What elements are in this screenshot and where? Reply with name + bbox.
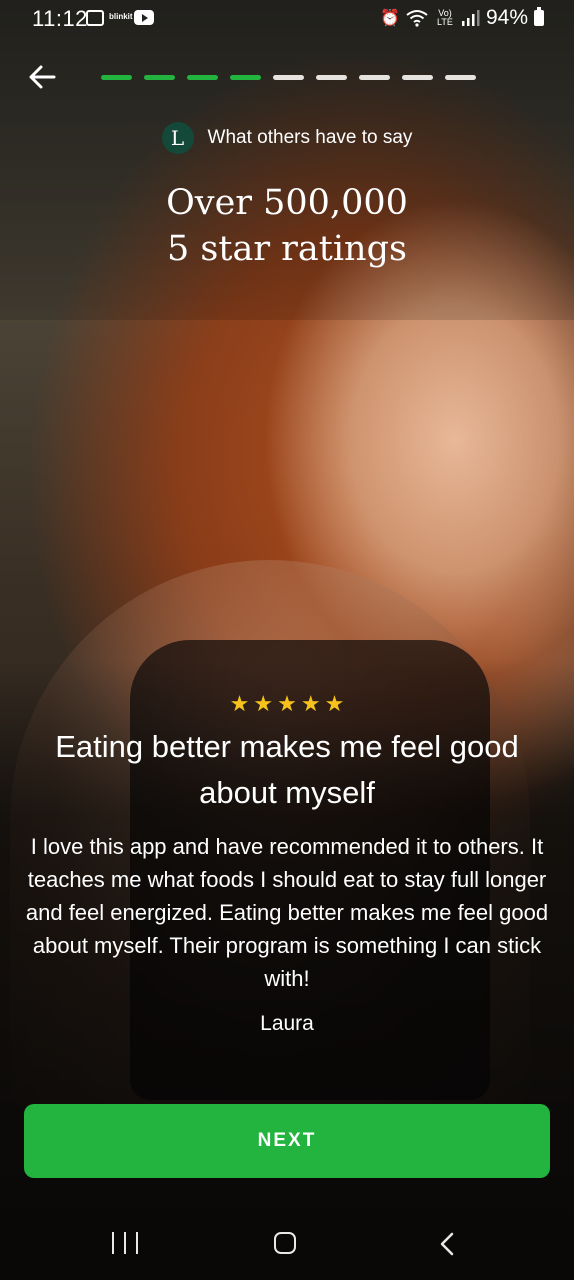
screen: 11:12 blinkit ⏰ Vo) LTE 94% L What other… [0, 0, 574, 1280]
star-icon: ★ [253, 691, 274, 716]
signal-icon [461, 10, 480, 26]
chevron-left-icon [440, 1232, 454, 1256]
recents-icon-bar [124, 1232, 126, 1254]
progress-step-complete [230, 75, 261, 80]
page-title: Over 500,000 5 star ratings [0, 180, 574, 272]
star-icon: ★ [300, 691, 321, 716]
review-body: I love this app and have recommended it … [25, 834, 549, 991]
progress-step-pending [445, 75, 476, 80]
wifi-icon [406, 10, 428, 27]
volte-indicator: Vo) LTE [437, 8, 453, 27]
brand-logo: L [161, 122, 194, 154]
photo-shade-top [0, 0, 574, 320]
gallery-notification-icon [86, 10, 104, 26]
progress-indicator [101, 75, 476, 80]
progress-step-complete [101, 75, 132, 80]
section-subtitle: What others have to say [207, 127, 413, 148]
recents-icon-bar [112, 1232, 114, 1254]
review-author: Laura [260, 1012, 314, 1035]
battery-percent: 94% [485, 6, 528, 29]
alarm-icon: ⏰ [380, 10, 400, 27]
system-nav-bar [0, 1210, 574, 1280]
progress-step-pending [273, 75, 304, 80]
arrow-left-icon [29, 65, 56, 89]
battery-icon [534, 7, 544, 26]
blinkit-notification-icon: blinkit [109, 12, 133, 21]
progress-step-complete [144, 75, 175, 80]
review-title: Eating better makes me feel good about m… [55, 729, 519, 810]
youtube-notification-icon [134, 10, 154, 25]
progress-step-complete [187, 75, 218, 80]
status-bar: 11:12 blinkit ⏰ Vo) LTE 94% [0, 0, 574, 40]
home-button[interactable] [274, 1232, 296, 1254]
progress-step-pending [316, 75, 347, 80]
page-title-line2: 5 star ratings [167, 229, 407, 269]
page-title-line1: Over 500,000 [166, 183, 408, 223]
progress-step-pending [359, 75, 390, 80]
status-time: 11:12 [32, 6, 88, 31]
back-button[interactable] [26, 60, 60, 94]
system-back-button[interactable] [436, 1230, 460, 1258]
star-icon: ★ [324, 691, 345, 716]
brand-row: L What others have to say [0, 122, 574, 154]
progress-step-pending [402, 75, 433, 80]
star-rating: ★ ★ ★ ★ ★ [0, 693, 574, 715]
recents-icon-bar [136, 1232, 138, 1254]
star-icon: ★ [277, 691, 297, 716]
next-button[interactable]: NEXT [24, 1104, 550, 1178]
star-icon: ★ [229, 691, 250, 716]
recents-button[interactable] [112, 1232, 138, 1256]
status-right: ⏰ Vo) LTE 94% [380, 6, 544, 30]
